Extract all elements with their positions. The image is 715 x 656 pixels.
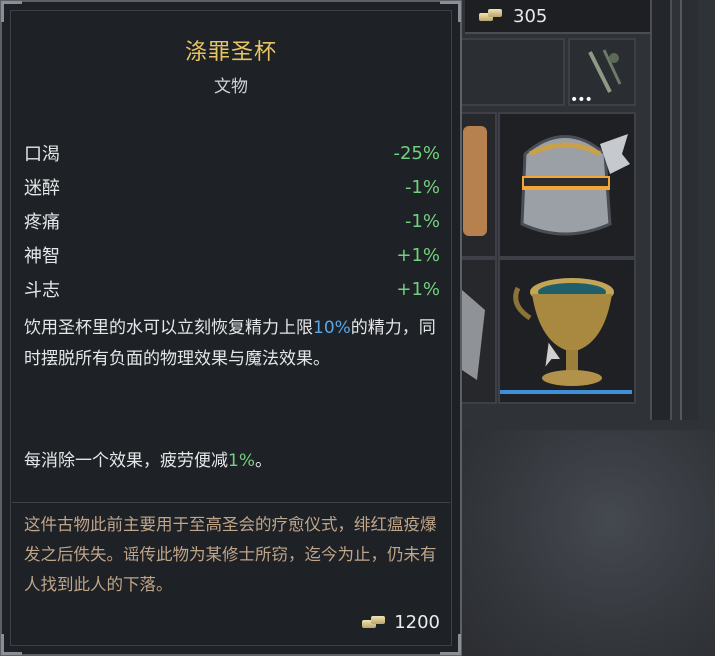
stat-value: +1% [396, 278, 440, 300]
stat-name: 神智 [24, 246, 60, 267]
stat-name: 斗志 [24, 280, 60, 301]
frame-corner [1, 1, 22, 22]
stat-name: 迷醉 [24, 178, 60, 199]
stat-value: -25% [393, 142, 440, 164]
stat-row: 斗志 +1% [24, 272, 440, 306]
stat-value: -1% [404, 176, 440, 198]
section-divider [12, 502, 450, 503]
price-coins-icon [362, 615, 386, 631]
stone-background [455, 430, 715, 656]
axe-icon [462, 290, 485, 380]
item-lore: 这件古物此前主要用于至高圣会的疗愈仪式，绯红瘟疫爆发之后佚失。谣传此物为某修士所… [24, 515, 437, 594]
stat-row: 口渴 -25% [24, 136, 440, 170]
effect-highlight: 1% [228, 451, 255, 471]
item-price: 1200 [362, 612, 440, 633]
description-highlight: 10% [313, 318, 351, 338]
inventory-slot[interactable] [455, 38, 565, 106]
inventory-slot-helmet[interactable] [498, 112, 636, 258]
stat-row: 迷醉 -1% [24, 170, 440, 204]
stat-list: 口渴 -25% 迷醉 -1% 疼痛 -1% 神智 +1% 斗志 +1% [24, 136, 440, 306]
item-effect: 每消除一个效果，疲劳便减1%。 [24, 446, 438, 477]
gold-amount: 305 [513, 5, 548, 27]
effect-text: 。 [254, 451, 272, 471]
frame-corner [440, 634, 461, 655]
stat-value: -1% [404, 210, 440, 232]
inventory-scrollbar[interactable] [680, 0, 698, 420]
helmet-icon [520, 134, 630, 236]
description-text: 饮用圣杯里的水可以立刻恢复精力上限 [24, 318, 313, 338]
inventory-slot-grail[interactable] [498, 258, 636, 404]
stat-row: 疼痛 -1% [24, 204, 440, 238]
gold-counter: 305 [465, 0, 654, 34]
item-tooltip: 涤罪圣杯 文物 口渴 -25% 迷醉 -1% 疼痛 -1% 神智 +1% 斗志 … [0, 0, 462, 656]
stack-dots: ••• [570, 92, 593, 108]
scroll-icon [463, 126, 487, 236]
frame-corner [1, 634, 22, 655]
item-description: 饮用圣杯里的水可以立刻恢复精力上限10%的精力，同时摆脱所有负面的物理效果与魔法… [24, 313, 438, 375]
effect-text: 每消除一个效果，疲劳便减 [24, 451, 228, 471]
selected-indicator [500, 390, 632, 394]
inventory-column-frame [650, 0, 672, 420]
chalice-icon [513, 278, 614, 386]
item-category: 文物 [214, 77, 248, 97]
stat-row: 神智 +1% [24, 238, 440, 272]
price-value: 1200 [394, 612, 440, 633]
stat-name: 口渴 [24, 144, 60, 165]
stat-name: 疼痛 [24, 212, 60, 233]
item-name: 涤罪圣杯 [184, 40, 277, 65]
gold-coins-icon [479, 8, 503, 24]
stat-value: +1% [396, 244, 440, 266]
frame-corner [440, 1, 461, 22]
